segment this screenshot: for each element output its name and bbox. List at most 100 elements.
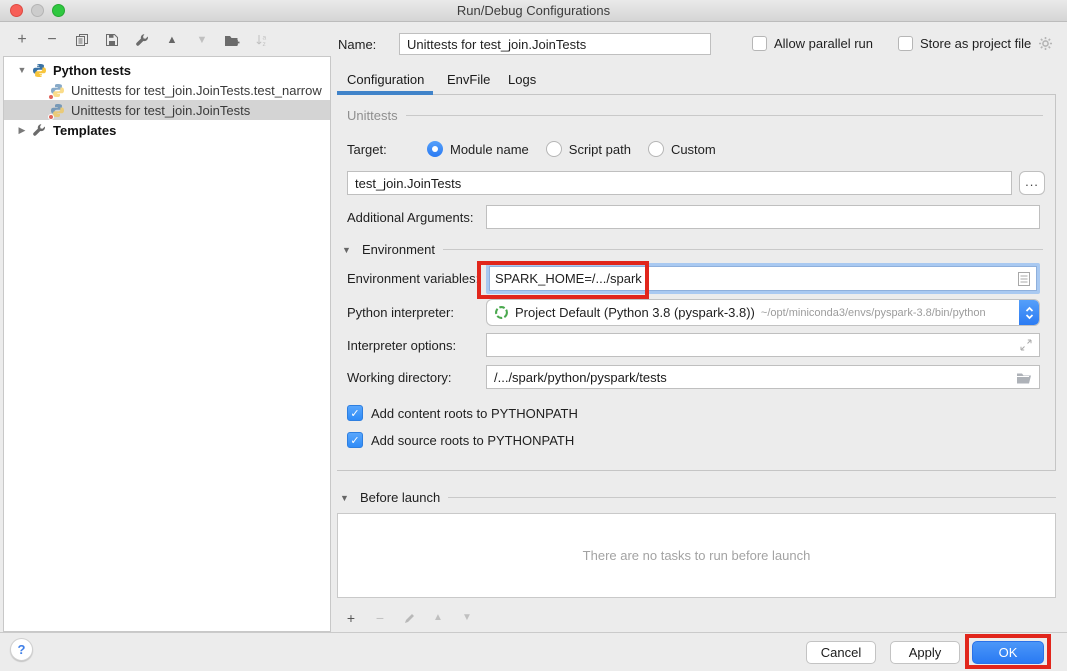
before-launch-toolbar: + − ▲ ▼ [343, 610, 475, 626]
environment-section-header[interactable]: ▼ Environment [342, 242, 1043, 257]
tree-item-python-tests[interactable]: ▼ Python tests [4, 60, 330, 80]
sort-configurations-icon: az [254, 32, 270, 48]
radio-script-path-label: Script path [569, 142, 631, 157]
checkbox-unchecked-icon[interactable] [752, 36, 767, 51]
tree-item-test-narrow[interactable]: Unittests for test_join.JoinTests.test_n… [4, 80, 330, 100]
radio-custom-label: Custom [671, 142, 716, 157]
target-label: Target: [347, 142, 427, 157]
tab-envfile[interactable]: EnvFile [447, 72, 490, 87]
checkbox-checked-icon[interactable]: ✓ [347, 405, 363, 421]
add-content-roots-checkbox[interactable]: ✓ Add content roots to PYTHONPATH [347, 405, 578, 421]
tab-configuration[interactable]: Configuration [347, 72, 424, 87]
target-field-row: test_join.JoinTests ... [347, 171, 1045, 195]
python-interpreter-label: Python interpreter: [347, 305, 486, 320]
window-controls [10, 4, 65, 17]
test-badge-icon [48, 114, 54, 120]
checkbox-checked-icon[interactable]: ✓ [347, 432, 363, 448]
working-directory-input[interactable]: /.../spark/python/pyspark/tests [486, 365, 1040, 389]
footer-divider [0, 632, 1067, 633]
tree-item-label: Templates [53, 123, 116, 138]
tree-item-templates[interactable]: ▶ Templates [4, 120, 330, 140]
tree-item-label: Unittests for test_join.JoinTests.test_n… [71, 83, 322, 98]
test-badge-icon [48, 94, 54, 100]
python-test-icon [50, 83, 66, 98]
dropdown-spinner-icon[interactable] [1019, 299, 1039, 326]
conda-environment-icon [494, 305, 509, 320]
allow-parallel-run-checkbox[interactable]: Allow parallel run [752, 35, 873, 51]
interpreter-options-input[interactable] [486, 333, 1040, 357]
collapse-before-launch-icon[interactable]: ▼ [340, 493, 352, 503]
configurations-tree: ▼ Python tests Unittests for test_join.J… [3, 56, 331, 632]
close-window-button[interactable] [10, 4, 23, 17]
remove-configuration-icon[interactable]: − [44, 32, 60, 48]
target-input[interactable]: test_join.JoinTests [347, 171, 1012, 195]
wrench-icon [32, 123, 48, 138]
edit-task-icon [401, 610, 417, 626]
create-folder-icon[interactable] [224, 32, 240, 48]
unittests-section-title: Unittests [347, 108, 398, 123]
before-launch-empty-message: There are no tasks to run before launch [583, 548, 811, 563]
target-row: Target: Module name Script path Custom [347, 141, 733, 157]
add-configuration-icon[interactable]: + [14, 32, 30, 48]
checkbox-unchecked-icon[interactable] [898, 36, 913, 51]
browse-target-button[interactable]: ... [1019, 171, 1045, 195]
python-test-icon [50, 103, 66, 118]
radio-module-name[interactable]: Module name [427, 141, 529, 157]
cancel-button[interactable]: Cancel [806, 641, 876, 664]
zoom-window-button[interactable] [52, 4, 65, 17]
python-interpreter-path: ~/opt/miniconda3/envs/pyspark-3.8/bin/py… [761, 307, 1019, 319]
apply-button[interactable]: Apply [890, 641, 960, 664]
section-divider [406, 115, 1043, 116]
configurations-toolbar: + − ▲ ▼ az [14, 31, 270, 49]
additional-arguments-row: Additional Arguments: [347, 205, 1040, 229]
store-options-gear-icon[interactable] [1038, 36, 1053, 51]
environment-variables-row: Environment variables: SPARK_HOME=/.../s… [347, 263, 1040, 294]
collapse-environment-icon[interactable]: ▼ [342, 245, 354, 255]
working-directory-value: /.../spark/python/pyspark/tests [494, 370, 667, 385]
tree-item-label: Unittests for test_join.JoinTests [71, 103, 250, 118]
help-button[interactable]: ? [10, 638, 33, 661]
additional-arguments-label: Additional Arguments: [347, 210, 486, 225]
expand-triangle-icon[interactable]: ▼ [14, 65, 30, 75]
working-directory-row: Working directory: /.../spark/python/pys… [347, 365, 1040, 389]
edit-environment-variables-icon[interactable] [1017, 271, 1031, 287]
radio-unselected-icon[interactable] [546, 141, 562, 157]
python-interpreter-value: Project Default (Python 3.8 (pyspark-3.8… [515, 305, 755, 320]
section-divider [443, 249, 1043, 250]
copy-configuration-icon[interactable] [74, 32, 90, 48]
collapse-triangle-icon[interactable]: ▶ [14, 125, 30, 136]
ok-button[interactable]: OK [972, 641, 1044, 664]
radio-custom[interactable]: Custom [648, 141, 716, 157]
move-task-down-icon: ▼ [459, 610, 475, 626]
remove-task-icon: − [372, 610, 388, 626]
radio-module-name-label: Module name [450, 142, 529, 157]
python-interpreter-select[interactable]: Project Default (Python 3.8 (pyspark-3.8… [486, 299, 1040, 326]
move-up-icon[interactable]: ▲ [164, 32, 180, 48]
expand-field-icon[interactable] [1020, 339, 1032, 351]
radio-script-path[interactable]: Script path [546, 141, 631, 157]
radio-selected-icon[interactable] [427, 141, 443, 157]
environment-variables-value: SPARK_HOME=/.../spark [495, 271, 642, 286]
environment-section-title: Environment [362, 242, 435, 257]
save-configuration-icon[interactable] [104, 32, 120, 48]
browse-folder-icon[interactable] [1016, 371, 1032, 384]
environment-variables-input-focused[interactable]: SPARK_HOME=/.../spark [486, 263, 1040, 294]
move-down-icon: ▼ [194, 32, 210, 48]
target-value: test_join.JoinTests [355, 176, 461, 191]
add-task-icon[interactable]: + [343, 610, 359, 626]
name-input[interactable]: Unittests for test_join.JoinTests [399, 33, 711, 55]
edit-templates-icon[interactable] [134, 32, 150, 48]
before-launch-section-header[interactable]: ▼ Before launch [340, 490, 1056, 505]
tree-item-jointests-selected[interactable]: Unittests for test_join.JoinTests [4, 100, 330, 120]
name-value: Unittests for test_join.JoinTests [407, 37, 586, 52]
radio-unselected-icon[interactable] [648, 141, 664, 157]
add-source-roots-checkbox[interactable]: ✓ Add source roots to PYTHONPATH [347, 432, 574, 448]
before-launch-section-title: Before launch [360, 490, 440, 505]
additional-arguments-input[interactable] [486, 205, 1040, 229]
before-launch-task-list: There are no tasks to run before launch [337, 513, 1056, 598]
configuration-pane: Unittests Target: Module name Script pat… [337, 95, 1056, 471]
store-as-project-file-checkbox[interactable]: Store as project file [898, 35, 1053, 51]
move-task-up-icon: ▲ [430, 610, 446, 626]
tab-logs[interactable]: Logs [508, 72, 536, 87]
unittests-section: Unittests [347, 108, 1043, 123]
